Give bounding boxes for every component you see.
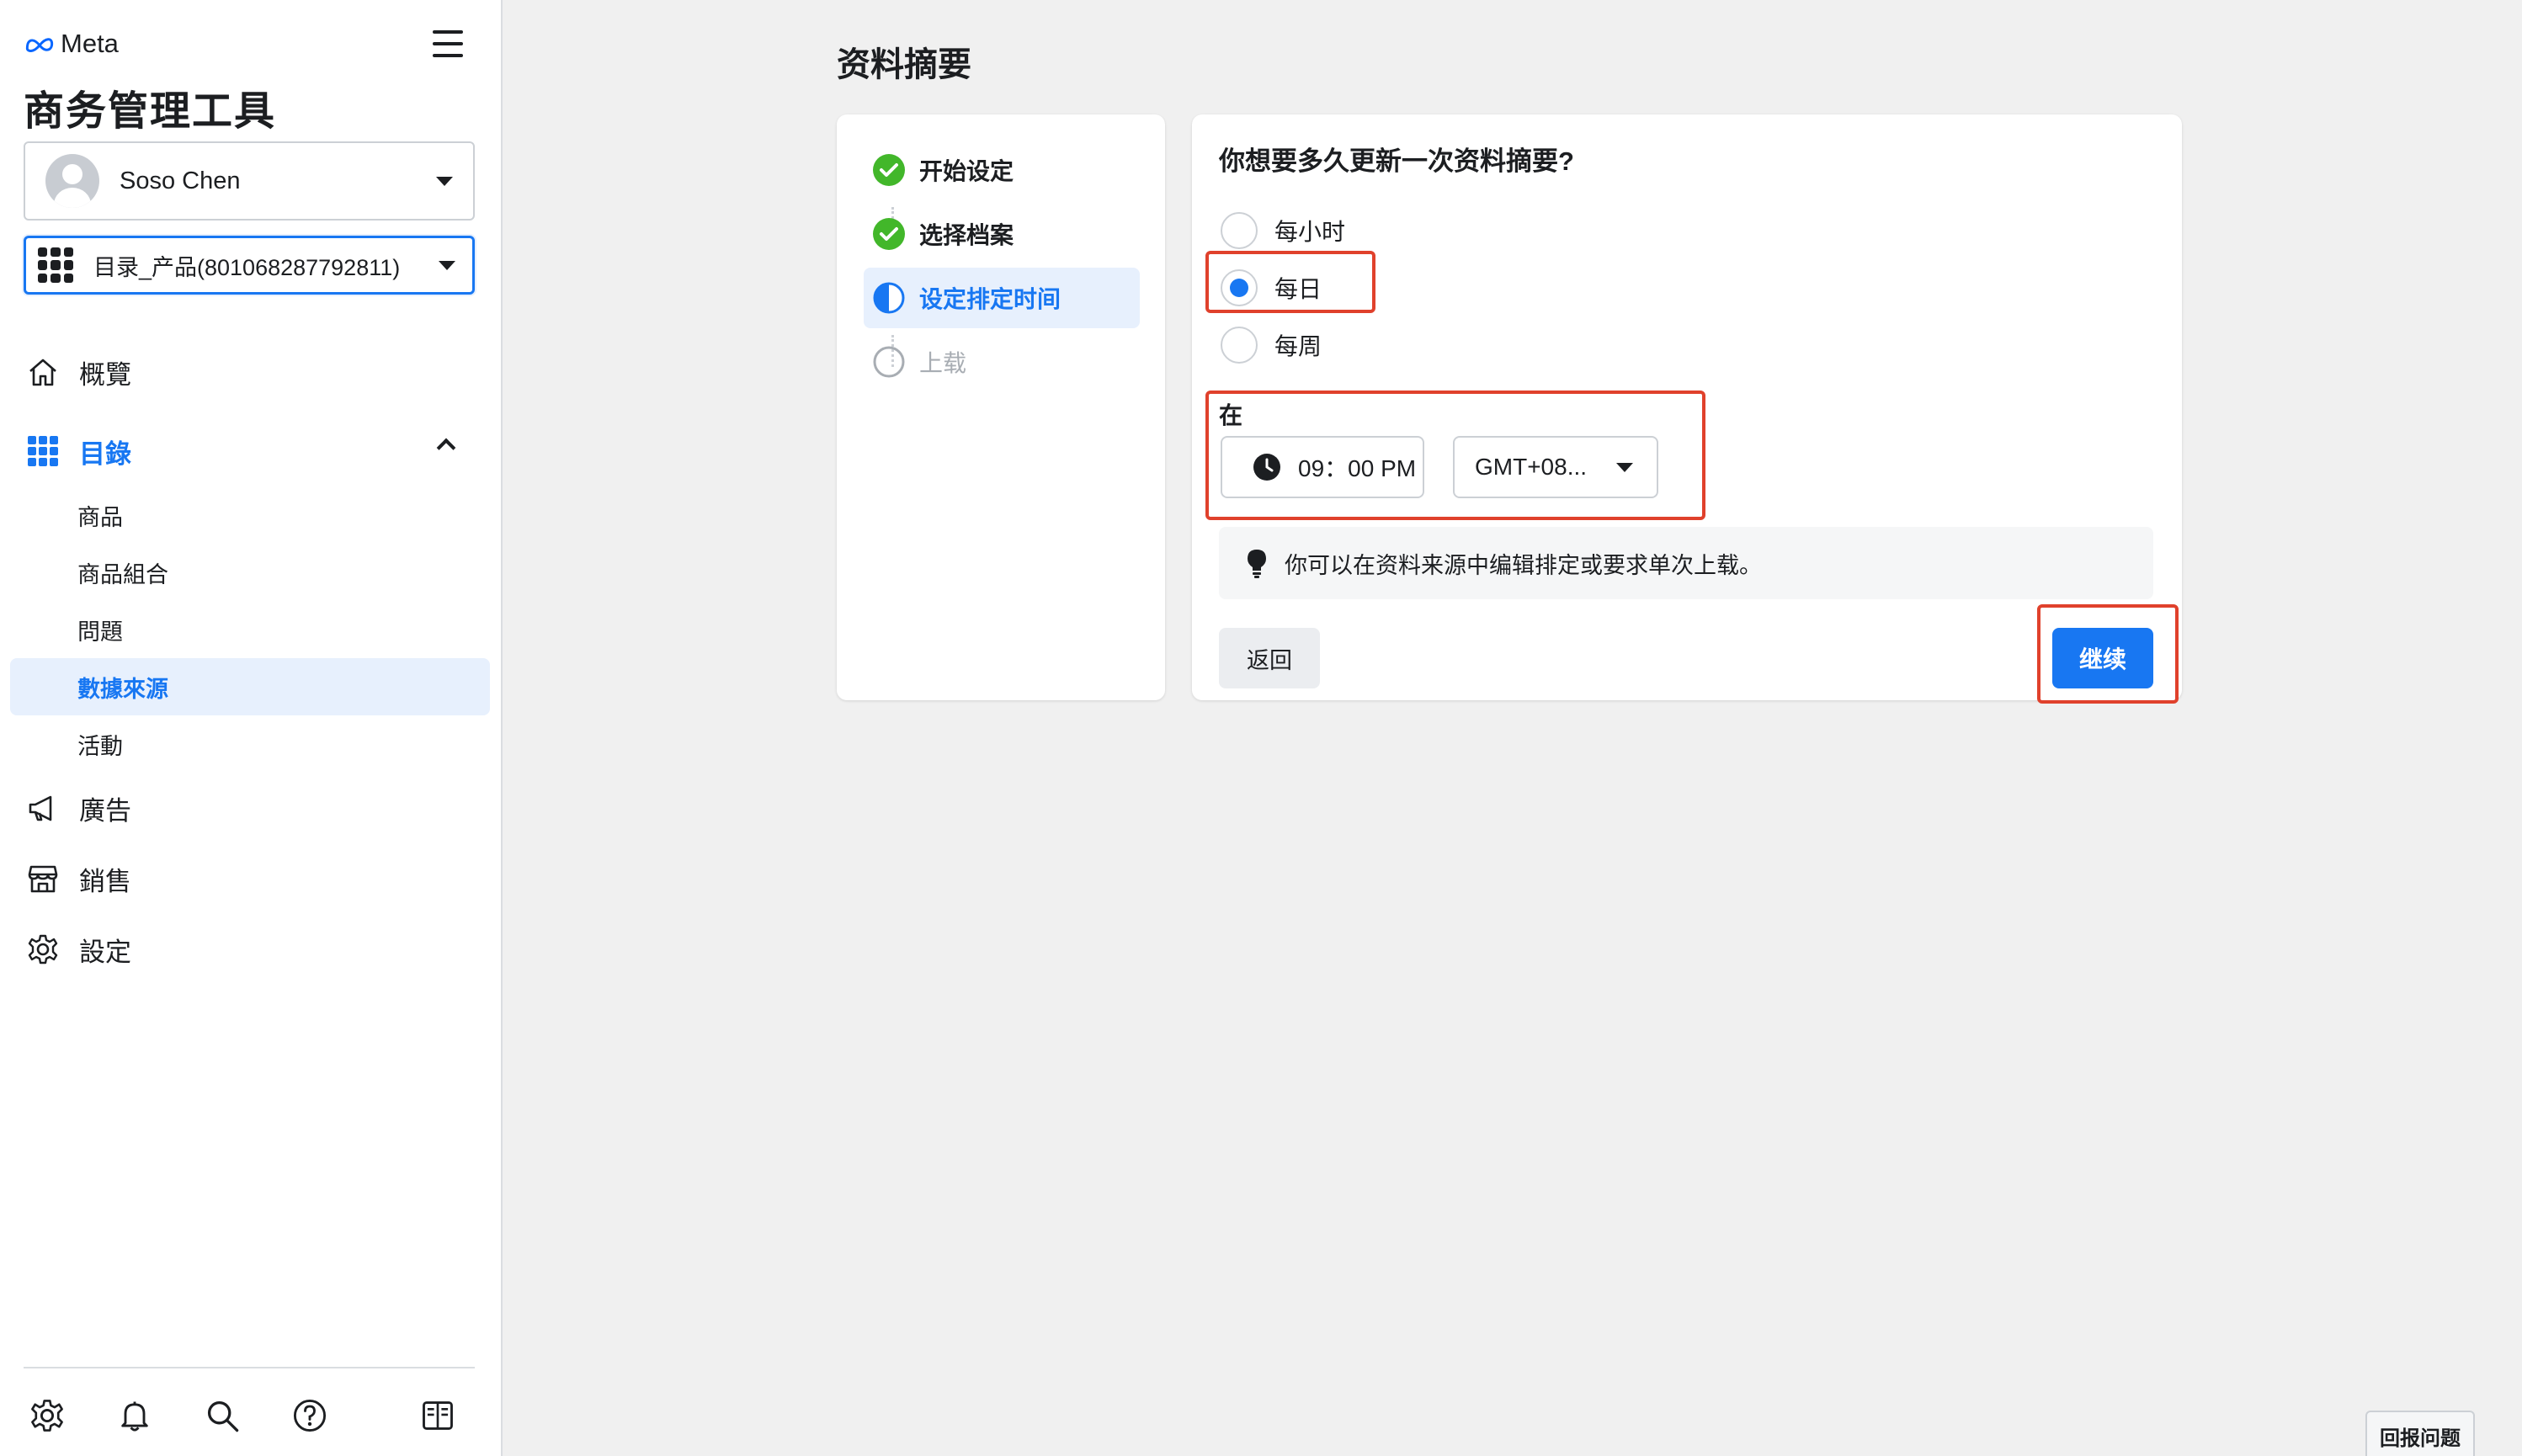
report-problem-button[interactable]: 回报问题: [2365, 1411, 2475, 1456]
lightbulb-icon: [1248, 550, 1266, 578]
sidebar-subitem-data-sources[interactable]: 數據來源: [10, 658, 490, 715]
sidebar-footer: [24, 1367, 475, 1456]
home-icon: [25, 354, 61, 390]
catalog-grid-icon: [25, 433, 61, 469]
storefront-icon: [25, 861, 61, 896]
step-upload[interactable]: 上载: [864, 332, 1140, 392]
info-tip: 你可以在资料来源中编辑排定或要求单次上载。: [1219, 527, 2153, 599]
radio-hourly[interactable]: 每小时: [1221, 209, 1345, 252]
step-choose-file[interactable]: 选择档案: [864, 204, 1140, 264]
account-selector[interactable]: Soso Chen: [24, 141, 475, 221]
avatar: [45, 154, 99, 208]
sidebar-item-label: 設定: [79, 937, 131, 967]
radio-label: 每周: [1274, 333, 1322, 359]
sidebar-item-sales[interactable]: 銷售: [10, 843, 490, 914]
highlight-daily-option: [1205, 251, 1375, 313]
sidebar-item-label: 概覽: [79, 359, 131, 390]
catalog-name: 目录_产品(801068287792811): [93, 254, 401, 280]
chevron-down-icon: [436, 176, 453, 186]
check-circle-icon: [873, 154, 905, 186]
menu-toggle-icon[interactable]: [429, 29, 466, 59]
setup-steps-card: 开始设定 选择档案 设定排定时间 上载: [837, 114, 1165, 700]
sidebar-item-catalog[interactable]: 目錄: [10, 416, 490, 486]
sidebar-item-ads[interactable]: 廣告: [10, 773, 490, 843]
radio-button[interactable]: [1221, 212, 1258, 249]
half-circle-progress-icon: [873, 282, 905, 314]
megaphone-icon: [25, 790, 61, 826]
tip-text: 你可以在资料来源中编辑排定或要求单次上载。: [1285, 552, 1762, 578]
sidebar-subitem-issues[interactable]: 問題: [10, 601, 490, 658]
sidebar-subitem-product-sets[interactable]: 商品組合: [10, 544, 490, 601]
bell-icon[interactable]: [116, 1397, 153, 1434]
sidebar-item-label: 廣告: [79, 795, 131, 826]
meta-logo-icon: [25, 38, 54, 52]
check-circle-icon: [873, 218, 905, 250]
empty-circle-icon: [873, 346, 905, 378]
radio-label: 每小时: [1274, 219, 1346, 245]
sidebar-item-settings[interactable]: 設定: [10, 914, 490, 985]
step-start-setup[interactable]: 开始设定: [864, 140, 1140, 200]
radio-button[interactable]: [1221, 327, 1258, 364]
sidebar-item-label: 銷售: [79, 866, 131, 896]
sidebar-item-label: 目錄: [79, 438, 131, 469]
gear-icon[interactable]: [29, 1397, 66, 1434]
step-label: 选择档案: [919, 222, 1014, 248]
catalog-grid-icon: [38, 247, 73, 283]
gear-icon: [25, 932, 61, 967]
app-title: 商务管理工具: [24, 89, 277, 134]
brand-name: Meta: [61, 29, 119, 58]
back-button[interactable]: 返回: [1219, 628, 1320, 688]
panel-toggle-icon[interactable]: [419, 1397, 456, 1434]
frequency-question: 你想要多久更新一次资料摘要?: [1219, 146, 1574, 176]
search-icon[interactable]: [204, 1397, 241, 1434]
page-title: 资料摘要: [837, 46, 971, 83]
highlight-time-settings: [1205, 391, 1705, 520]
sidebar-subitem-events[interactable]: 活動: [10, 715, 490, 773]
step-label: 上载: [919, 350, 967, 376]
meta-brand[interactable]: Meta: [24, 29, 119, 59]
chevron-down-icon: [439, 260, 455, 270]
radio-weekly[interactable]: 每周: [1221, 323, 1322, 367]
sidebar-subitem-products[interactable]: 商品: [10, 486, 490, 544]
sidebar-nav: 概覽 目錄 商品 商品組合 問題 數據來源 活動 廣告 銷售 設定: [10, 337, 490, 985]
sidebar-item-overview[interactable]: 概覽: [10, 337, 490, 407]
catalog-selector[interactable]: 目录_产品(801068287792811): [24, 236, 475, 295]
step-label: 设定排定时间: [919, 286, 1061, 312]
help-icon[interactable]: [291, 1397, 328, 1434]
sidebar: Meta 商务管理工具 Soso Chen 目录_产品(801068287792…: [0, 0, 503, 1456]
step-set-schedule[interactable]: 设定排定时间: [864, 268, 1140, 328]
chevron-up-icon[interactable]: [436, 438, 456, 458]
highlight-continue-button: [2037, 604, 2179, 704]
step-label: 开始设定: [919, 158, 1014, 184]
account-name: Soso Chen: [120, 167, 241, 194]
